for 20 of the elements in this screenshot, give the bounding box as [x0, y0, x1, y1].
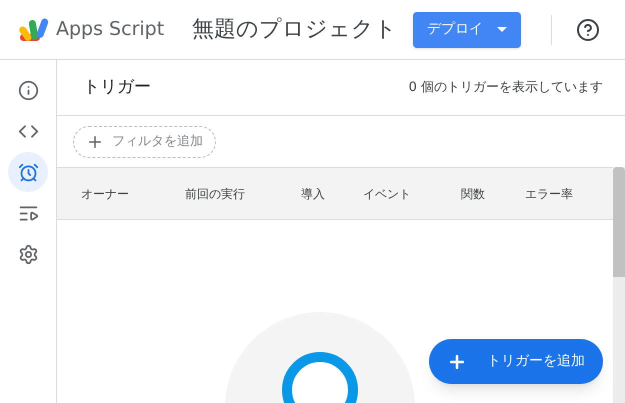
alarm-clock-icon	[18, 162, 38, 182]
app-name: Apps Script	[56, 17, 164, 42]
sidebar-item[interactable]	[8, 152, 48, 192]
info-icon	[18, 80, 38, 100]
page-title: トリガー	[83, 76, 151, 99]
project-title: 無題のプロジェクト	[192, 16, 398, 44]
help-icon[interactable]	[576, 18, 600, 42]
column-header[interactable]: 導入	[301, 184, 363, 202]
scrollbar[interactable]	[613, 167, 625, 403]
add-filter-button[interactable]: フィルタを追加	[73, 126, 216, 158]
trigger-count-text: 0 個のトリガーを表示しています	[408, 78, 603, 97]
deploy-button[interactable]: デプロイ	[413, 12, 522, 48]
column-header[interactable]: イベント	[363, 184, 461, 202]
column-header[interactable]: エラー率	[525, 184, 605, 202]
settings-icon	[18, 244, 38, 264]
add-trigger-button[interactable]: トリガーを追加	[429, 339, 603, 384]
column-header[interactable]: 関数	[461, 184, 525, 202]
caret-icon	[497, 27, 508, 32]
column-header[interactable]: オーナー	[81, 184, 185, 202]
column-header[interactable]: 前回の実行	[185, 184, 301, 202]
